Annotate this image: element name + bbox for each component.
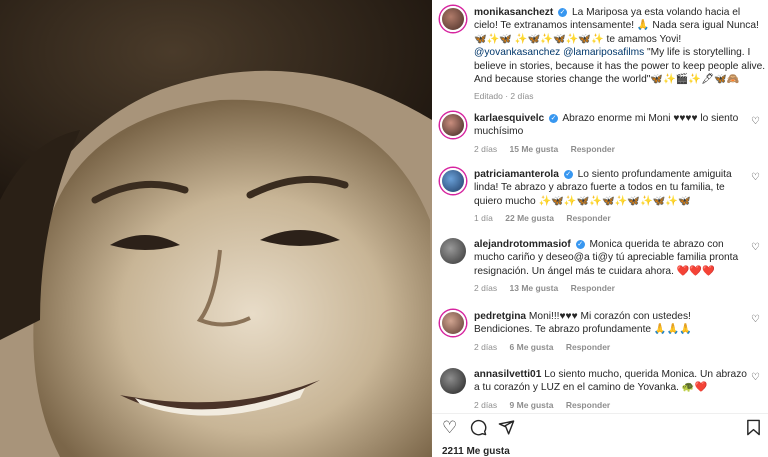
comment-time: 2 días — [474, 341, 498, 352]
mention-yovankasanchez[interactable]: @yovankasanchez — [474, 47, 560, 58]
commenter-username[interactable]: pedretgina — [474, 311, 526, 322]
commenter-avatar[interactable] — [440, 168, 466, 194]
comment-item: alejandrotommasiof ✓ Monica querida te a… — [440, 238, 766, 296]
verified-badge-icon: ✓ — [558, 7, 568, 17]
verified-badge-icon: ✓ — [575, 239, 585, 249]
small-heart-icon[interactable]: ♡ — [751, 172, 760, 183]
comment-item: patriciamanterola ✓ Lo siento profundame… — [440, 168, 766, 226]
heart-outline-icon[interactable]: ♡ — [442, 419, 457, 437]
edited-label: Editado · 2 días — [474, 91, 534, 102]
commenter-username[interactable]: annasilvetti01 — [474, 369, 541, 380]
small-heart-icon[interactable]: ♡ — [751, 116, 760, 127]
comment-likes[interactable]: 9 Me gusta — [510, 400, 554, 410]
commenter-avatar[interactable] — [440, 310, 466, 336]
commenter-username[interactable]: karlaesquivelc — [474, 113, 544, 124]
reply-button[interactable]: Responder — [566, 213, 610, 223]
likes-count[interactable]: 2211 Me gusta — [442, 446, 510, 457]
small-heart-icon[interactable]: ♡ — [751, 314, 760, 325]
portrait-image — [0, 0, 432, 457]
comment-likes[interactable]: 13 Me gusta — [510, 283, 559, 293]
small-heart-icon[interactable]: ♡ — [751, 242, 760, 253]
comment-time: 1 día — [474, 213, 493, 224]
share-icon[interactable] — [498, 419, 515, 440]
small-heart-icon[interactable]: ♡ — [751, 372, 760, 383]
post-photo — [0, 0, 432, 457]
commenter-avatar[interactable] — [440, 112, 466, 138]
mention-lamariposafilms[interactable]: @lamariposafilms — [563, 47, 644, 58]
reply-button[interactable]: Responder — [566, 342, 610, 352]
reply-button[interactable]: Responder — [571, 283, 615, 293]
comment-icon[interactable] — [470, 419, 487, 440]
comment-likes[interactable]: 6 Me gusta — [510, 342, 554, 352]
caption-meta: Editado · 2 días — [474, 90, 766, 103]
comments-pane: monikasanchezt ✓ La Mariposa ya esta vol… — [432, 0, 768, 457]
post-actions-bar: ♡ 2211 Me gusta — [432, 413, 768, 457]
comment-time: 2 días — [474, 399, 498, 410]
comment-item: karlaesquivelc ✓ Abrazo enorme mi Moni ♥… — [440, 112, 766, 156]
comment-likes[interactable]: 22 Me gusta — [505, 213, 554, 223]
commenter-avatar[interactable] — [440, 368, 466, 394]
comment-likes[interactable]: 15 Me gusta — [510, 144, 559, 154]
bookmark-icon[interactable] — [746, 419, 761, 440]
reply-button[interactable]: Responder — [566, 400, 610, 410]
commenter-username[interactable]: alejandrotommasiof — [474, 239, 571, 250]
comment-time: 2 días — [474, 283, 498, 294]
reply-button[interactable]: Responder — [571, 144, 615, 154]
author-username[interactable]: monikasanchezt — [474, 7, 553, 18]
comment-item: pedretgina Moni!!!♥♥♥ Mi corazón con ust… — [440, 310, 766, 354]
commenter-avatar[interactable] — [440, 238, 466, 264]
commenter-username[interactable]: patriciamanterola — [474, 169, 559, 180]
author-avatar[interactable] — [440, 6, 466, 32]
comment-item: annasilvetti01 Lo siento mucho, querida … — [440, 368, 766, 412]
verified-badge-icon: ✓ — [563, 169, 573, 179]
comment-time: 2 días — [474, 143, 498, 154]
post-caption: monikasanchezt ✓ La Mariposa ya esta vol… — [440, 6, 766, 104]
verified-badge-icon: ✓ — [549, 113, 559, 123]
